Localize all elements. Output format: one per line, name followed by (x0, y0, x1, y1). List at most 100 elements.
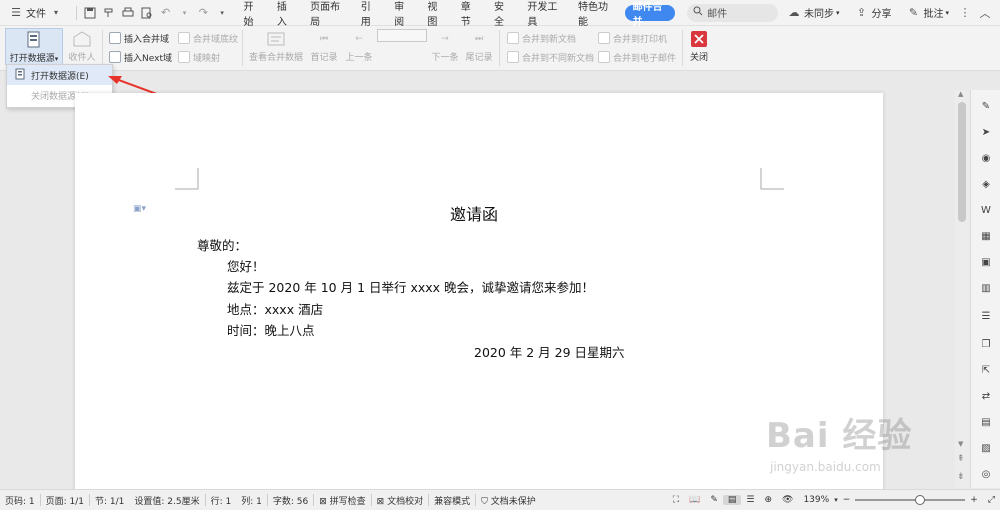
tab-insert[interactable]: 插入 (269, 0, 302, 28)
zoom-slider-handle[interactable] (915, 495, 926, 505)
next-field-icon (109, 51, 121, 63)
comment-button[interactable]: ✎ 批注 ▾ (897, 0, 955, 26)
edit-mode-icon[interactable]: ✎ (705, 495, 723, 505)
fit-page-icon[interactable]: ⤢ (983, 495, 1000, 505)
share-icon: ⇪ (856, 6, 867, 19)
undo-dropdown-icon[interactable]: ▾ (178, 6, 191, 20)
fullscreen-icon[interactable]: ⛶ (668, 495, 684, 505)
status-row[interactable]: 行: 1 (206, 494, 237, 507)
doc-greeting: 尊敬的： (197, 238, 248, 253)
tab-home[interactable]: 开始 (236, 0, 269, 28)
eye-protect-icon[interactable]: 👁 (777, 495, 798, 505)
close-mail-merge-button[interactable]: 关闭 (686, 28, 712, 63)
divider (682, 30, 683, 66)
file-menu[interactable]: ☰ 文件 ▾ (0, 0, 72, 26)
scroll-up-icon[interactable]: ▲ (958, 90, 963, 98)
table-icon[interactable]: ▦ (978, 228, 994, 244)
print-icon[interactable] (122, 6, 135, 20)
tab-special-features[interactable]: 特色功能 (570, 0, 621, 28)
more-tools-icon[interactable]: ◎ (978, 466, 994, 482)
vertical-scrollbar[interactable]: ▲ ▼ ⇞ ⇟ (955, 90, 969, 488)
field-shading-button[interactable]: 合并域底纹 (178, 31, 238, 45)
spell-check-icon: ⊠ (319, 496, 330, 507)
first-record-button[interactable]: ⏮ 首记录 (310, 28, 338, 63)
tab-review[interactable]: 审阅 (386, 0, 419, 28)
print-preview-icon[interactable] (140, 6, 153, 20)
tab-developer[interactable]: 开发工具 (519, 0, 570, 28)
next-record-button[interactable]: → 下一条 (430, 28, 460, 63)
pen-icon[interactable]: ✎ (978, 98, 994, 114)
scrollbar-thumb[interactable] (958, 102, 966, 222)
spell-check-button[interactable]: ⊠ 拼写检查 (314, 494, 370, 507)
share-button[interactable]: ⇪ 分享 (845, 0, 897, 26)
tab-section[interactable]: 章节 (453, 0, 486, 28)
pointer-icon[interactable]: ➤ (978, 124, 994, 140)
location-icon[interactable]: ◉ (978, 150, 994, 166)
search-box[interactable]: 邮件 (687, 3, 778, 22)
paste-options-icon[interactable]: ▣▾ (133, 204, 146, 214)
status-pages[interactable]: 页面: 1/1 (41, 494, 89, 507)
record-number-input[interactable] (377, 29, 427, 42)
menu-item-open-data-source[interactable]: 打开数据源(E) (7, 65, 112, 85)
sync-button[interactable]: ☁ 未同步 ▾ (778, 0, 846, 26)
view-merged-data-button[interactable]: 查看合并数据 (248, 28, 304, 63)
export-icon[interactable]: ⇱ (978, 362, 994, 378)
status-setting[interactable]: 设置值: 2.5厘米 (129, 494, 204, 507)
merge-to-new-doc-button[interactable]: 合并到新文档 (507, 31, 576, 45)
merge-to-diff-doc-button[interactable]: 合并到不同新文档 (507, 50, 594, 64)
protect-status-button[interactable]: ⛉ 文档未保护 (476, 494, 541, 507)
proofread-button[interactable]: ⊠ 文档校对 (372, 494, 428, 507)
tab-view[interactable]: 视图 (419, 0, 452, 28)
quick-access-dropdown-icon[interactable]: ▾ (216, 6, 229, 20)
zoom-out-icon[interactable]: − (838, 495, 856, 505)
insert-merge-field-button[interactable]: 插入合并域 (109, 31, 169, 45)
zoom-in-icon[interactable]: + (965, 495, 983, 505)
merge-to-diff-doc-label: 合并到不同新文档 (522, 53, 595, 64)
chart-icon[interactable]: ▥ (978, 280, 994, 296)
copy-icon[interactable]: ❐ (978, 336, 994, 352)
zoom-level[interactable]: 139% (798, 495, 834, 505)
translate-icon[interactable]: ⇄ (978, 388, 994, 404)
format-painter-icon[interactable] (103, 6, 116, 20)
field-map-button[interactable]: 域映射 (178, 50, 220, 64)
status-section[interactable]: 节: 1/1 (90, 494, 129, 507)
tab-mail-merge[interactable]: 邮件合并 (624, 2, 676, 28)
prev-record-button[interactable]: ← 上一条 (344, 28, 374, 63)
zoom-slider[interactable] (855, 495, 966, 505)
more-icon[interactable]: ⋮ (958, 6, 972, 20)
prev-record-label: 上一条 (345, 53, 373, 63)
open-data-source-button[interactable]: 打开数据源▾ (5, 28, 63, 65)
tab-page-layout[interactable]: 页面布局 (302, 0, 353, 28)
merge-to-printer-button[interactable]: 合并到打印机 (598, 31, 667, 45)
save-icon[interactable] (84, 6, 97, 20)
redo-icon[interactable]: ↷ (197, 6, 210, 20)
undo-icon[interactable]: ↶ (159, 6, 172, 20)
last-record-button[interactable]: ⏭ 尾记录 (464, 28, 494, 63)
search-input[interactable]: 邮件 (707, 5, 727, 20)
tab-references[interactable]: 引用 (353, 0, 386, 28)
prev-page-icon[interactable]: ⇞ (957, 454, 965, 464)
collapse-ribbon-icon[interactable]: ︿ (978, 6, 992, 20)
scroll-down-icon[interactable]: ▼ (958, 440, 963, 448)
printer-icon (598, 32, 610, 44)
web-view-icon[interactable]: ⊕ (759, 495, 777, 505)
apps-icon[interactable]: ▣ (978, 254, 994, 270)
insert-next-field-button[interactable]: 插入Next域 (109, 50, 172, 64)
proofread-icon: ⊠ (376, 496, 388, 507)
image-icon[interactable]: ▨ (978, 440, 994, 456)
merge-to-email-button[interactable]: 合并到电子邮件 (598, 50, 676, 64)
outline-view-icon[interactable]: ☰ (741, 495, 759, 505)
tab-security[interactable]: 安全 (486, 0, 519, 28)
archive-icon[interactable]: ▤ (978, 414, 994, 430)
recipients-button[interactable]: 收件人 (66, 28, 98, 63)
status-page[interactable]: 页码: 1 (0, 494, 40, 507)
shapes-icon[interactable]: ◈ (978, 176, 994, 192)
read-mode-icon[interactable]: 📖 (684, 495, 705, 505)
status-col[interactable]: 列: 1 (236, 494, 267, 507)
page-view-icon[interactable]: ▤ (722, 495, 742, 505)
doc-list-icon[interactable]: ☰ (978, 308, 994, 324)
wps-icon[interactable]: W (978, 202, 994, 218)
next-page-icon[interactable]: ⇟ (957, 472, 965, 482)
share-label: 分享 (871, 9, 892, 20)
status-word-count[interactable]: 字数: 56 (268, 494, 313, 507)
